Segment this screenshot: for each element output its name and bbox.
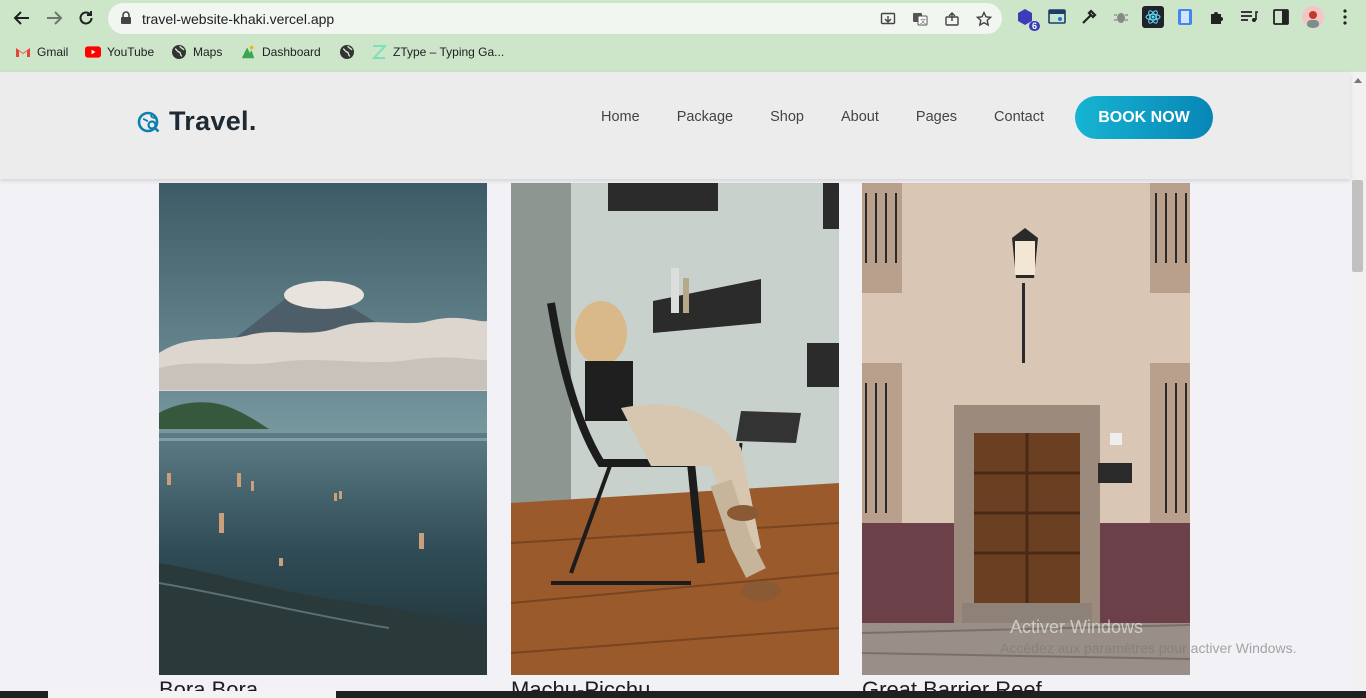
site-header: Travel. Home Package Shop About Pages Co… (0, 72, 1350, 179)
back-arrow-icon (13, 11, 29, 25)
brand-name: Travel. (169, 106, 257, 136)
bookmark-label: Dashboard (262, 45, 321, 59)
nav-shop[interactable]: Shop (770, 109, 804, 125)
nav-package[interactable]: Package (677, 109, 733, 125)
globe-icon (339, 44, 355, 60)
bookmark-ztype[interactable]: ZType – Typing Ga... (371, 44, 504, 60)
install-icon[interactable] (878, 9, 898, 29)
site-logo[interactable]: Travel. (137, 106, 257, 137)
ztype-icon (371, 44, 387, 60)
bug-icon[interactable] (1110, 6, 1132, 28)
destination-photo-chair-woman[interactable] (511, 183, 839, 675)
address-bar[interactable]: travel-website-khaki.vercel.app 文 (108, 3, 1002, 34)
destination-photo-wooden-door[interactable] (862, 183, 1190, 675)
windows-activation-subtitle: Accédez aux paramètres pour activer Wind… (1000, 640, 1297, 656)
nav-home[interactable]: Home (601, 109, 640, 125)
destination-card[interactable]: Machu-Picchu (511, 183, 839, 698)
taskbar-search-box[interactable] (48, 691, 336, 698)
globe-search-icon (137, 111, 160, 132)
os-taskbar (0, 691, 1366, 698)
nav-pages[interactable]: Pages (916, 109, 957, 125)
url-text[interactable]: travel-website-khaki.vercel.app (142, 11, 334, 27)
profile-avatar[interactable] (1302, 6, 1324, 28)
globe-icon (171, 44, 187, 60)
page-scrollbar[interactable] (1350, 72, 1366, 692)
bookmarks-bar: Gmail YouTube Maps Dashboard ZType – Typ… (0, 40, 1366, 66)
gmail-icon (15, 44, 31, 60)
lock-icon (121, 11, 131, 24)
reload-button[interactable] (74, 6, 98, 30)
translate-icon[interactable]: 文 (910, 9, 930, 29)
extensions-toolbar: 6 (1014, 6, 1356, 31)
nav-about[interactable]: About (841, 109, 879, 125)
nav-contact[interactable]: Contact (994, 109, 1044, 125)
address-bar-actions: 文 (878, 9, 994, 29)
youtube-icon (85, 44, 101, 60)
extension-badge-icon[interactable]: 6 (1014, 6, 1040, 31)
destination-card[interactable]: Great Barrier Reef (862, 183, 1190, 698)
bookmark-youtube[interactable]: YouTube (85, 44, 154, 60)
bookmark-label: Gmail (37, 45, 69, 59)
bookmark-gmail[interactable]: Gmail (15, 44, 68, 60)
reload-icon (79, 11, 93, 25)
puzzle-extensions-icon[interactable] (1206, 6, 1228, 28)
side-panel-icon[interactable] (1270, 6, 1292, 28)
destination-card[interactable]: Bora Bora (159, 183, 487, 698)
browser-chrome: travel-website-khaki.vercel.app 文 6 Gmai… (0, 0, 1366, 72)
bookmark-label: ZType – Typing Ga... (393, 45, 505, 59)
notes-extension-icon[interactable] (1174, 6, 1196, 28)
eyedropper-icon[interactable] (1078, 6, 1100, 28)
forward-arrow-icon (47, 11, 63, 25)
media-controls-icon[interactable] (1238, 6, 1260, 28)
windows-activation-title: Activer Windows (1010, 617, 1144, 637)
forward-button[interactable] (42, 6, 66, 30)
browser-menu-icon[interactable] (1334, 6, 1356, 28)
react-devtools-icon[interactable] (1142, 6, 1164, 28)
bookmark-label: Maps (193, 45, 223, 59)
browser-toolbar: travel-website-khaki.vercel.app 文 6 (0, 0, 1366, 36)
bookmark-globe[interactable] (339, 44, 355, 60)
screen-capture-icon[interactable] (1046, 6, 1068, 28)
bookmark-label: YouTube (107, 45, 155, 59)
extension-badge-count: 6 (1028, 21, 1040, 31)
book-now-button[interactable]: BOOK NOW (1075, 96, 1213, 139)
scroll-up-arrow-icon[interactable] (1354, 78, 1362, 83)
dashboard-icon (240, 44, 256, 60)
destination-photo-beach-volcano[interactable] (159, 183, 487, 675)
share-icon[interactable] (942, 9, 962, 29)
bookmark-star-icon[interactable] (974, 9, 994, 29)
scrollbar-thumb[interactable] (1352, 180, 1363, 272)
back-button[interactable] (10, 6, 34, 30)
svg-text:文: 文 (920, 18, 926, 26)
bookmark-dashboard[interactable]: Dashboard (240, 44, 321, 60)
main-nav: Home Package Shop About Pages Contact (601, 109, 1081, 125)
bookmark-maps[interactable]: Maps (171, 44, 222, 60)
